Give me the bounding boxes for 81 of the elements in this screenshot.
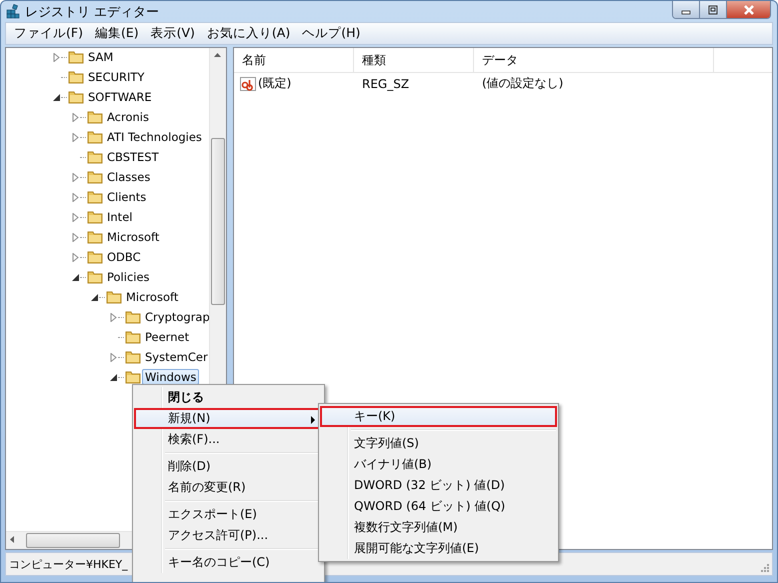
scrollbar-thumb[interactable]: [211, 138, 225, 305]
close-icon: [742, 4, 754, 14]
expanded-arrow-icon[interactable]: [52, 92, 61, 102]
value-data: (値の設定なし): [481, 75, 564, 92]
folder-icon: [68, 89, 84, 105]
minimize-button[interactable]: [673, 1, 700, 18]
menu-item[interactable]: キー(K): [320, 406, 557, 427]
string-value-icon: [240, 76, 256, 92]
column-header[interactable]: 名前: [234, 48, 354, 72]
tree-item[interactable]: Microsoft: [104, 229, 162, 245]
collapsed-arrow-icon[interactable]: [71, 232, 80, 242]
menu-item[interactable]: 文字列値(S): [320, 433, 557, 454]
registry-cubes-icon: [5, 4, 21, 20]
menu-item[interactable]: QWORD (64 ビット) 値(Q): [320, 496, 557, 517]
menu-bar-item[interactable]: ファイル(F): [8, 25, 89, 42]
tree-item[interactable]: SECURITY: [85, 69, 148, 85]
tree-item[interactable]: Policies: [104, 269, 153, 285]
collapsed-arrow-icon[interactable]: [71, 132, 80, 142]
column-header[interactable]: 種類: [354, 48, 474, 72]
menu-bar-item[interactable]: 表示(V): [144, 25, 201, 42]
folder-icon: [125, 329, 141, 345]
status-bar-path: コンピューター¥HKEY_: [9, 556, 128, 572]
tree-item[interactable]: Cryptograp: [142, 309, 210, 325]
tree-item[interactable]: CBSTEST: [104, 149, 162, 165]
folder-icon: [87, 269, 103, 285]
folder-icon: [125, 309, 141, 325]
collapsed-arrow-icon[interactable]: [71, 112, 80, 122]
collapsed-arrow-icon[interactable]: [109, 352, 118, 362]
menu-item[interactable]: 複数行文字列値(M): [320, 517, 557, 538]
expanded-arrow-icon[interactable]: [71, 272, 80, 282]
tree-item[interactable]: Acronis: [104, 109, 152, 125]
menu-item[interactable]: 展開可能な文字列値(E): [320, 538, 557, 559]
folder-icon: [125, 349, 141, 365]
expanded-arrow-icon[interactable]: [109, 372, 118, 382]
menu-item[interactable]: DWORD (32 ビット) 値(D): [320, 475, 557, 496]
folder-icon: [87, 149, 103, 165]
scrollbar-thumb[interactable]: [26, 533, 120, 548]
collapsed-arrow-icon[interactable]: [71, 252, 80, 262]
collapsed-arrow-icon[interactable]: [52, 52, 61, 62]
value-name[interactable]: (既定): [258, 75, 292, 92]
column-header[interactable]: データ: [474, 48, 714, 72]
value-type: REG_SZ: [361, 76, 410, 90]
folder-icon: [87, 209, 103, 225]
folder-icon: [87, 169, 103, 185]
collapsed-arrow-icon[interactable]: [71, 212, 80, 222]
tree-item[interactable]: Microsoft: [123, 289, 182, 305]
folder-icon: [125, 369, 141, 385]
folder-icon: [87, 109, 103, 125]
menu-bar-item[interactable]: 編集(E): [88, 25, 145, 42]
tree-item[interactable]: ATI Technologies: [104, 129, 205, 145]
folder-icon: [87, 189, 103, 205]
close-button[interactable]: [727, 1, 770, 18]
tree-item[interactable]: Windows: [142, 369, 200, 385]
menu-item[interactable]: バイナリ値(B): [320, 454, 557, 475]
folder-icon: [106, 289, 122, 305]
tree-item[interactable]: SAM: [85, 49, 116, 65]
expanded-arrow-icon[interactable]: [90, 292, 99, 302]
tree-item[interactable]: SOFTWARE: [85, 89, 155, 105]
folder-icon: [87, 249, 103, 265]
tree-item[interactable]: Peernet: [142, 329, 192, 345]
tree-item[interactable]: ODBC: [104, 249, 144, 265]
menu-bar-item[interactable]: お気に入り(A): [200, 25, 296, 42]
folder-icon: [68, 49, 84, 65]
collapsed-arrow-icon[interactable]: [71, 192, 80, 202]
folder-icon: [68, 69, 84, 85]
tree-item[interactable]: Classes: [104, 169, 154, 185]
resize-grip-icon: [760, 563, 770, 573]
menu-item[interactable]: 閉じる: [134, 387, 323, 408]
tree-item[interactable]: SystemCer: [142, 349, 210, 365]
maximize-button[interactable]: [700, 1, 727, 18]
folder-icon: [87, 229, 103, 245]
tree-item[interactable]: Clients: [104, 189, 150, 205]
collapsed-arrow-icon[interactable]: [109, 312, 118, 322]
scroll-up-arrow-icon: [214, 53, 221, 57]
menu-bar-item[interactable]: ヘルプ(H): [296, 25, 366, 42]
maximize-icon: [708, 4, 718, 14]
folder-icon: [87, 129, 103, 145]
collapsed-arrow-icon[interactable]: [71, 172, 80, 182]
tree-item[interactable]: Intel: [104, 209, 136, 225]
scroll-left-arrow-icon: [10, 536, 14, 543]
window-title: レジストリ エディター: [25, 4, 160, 20]
